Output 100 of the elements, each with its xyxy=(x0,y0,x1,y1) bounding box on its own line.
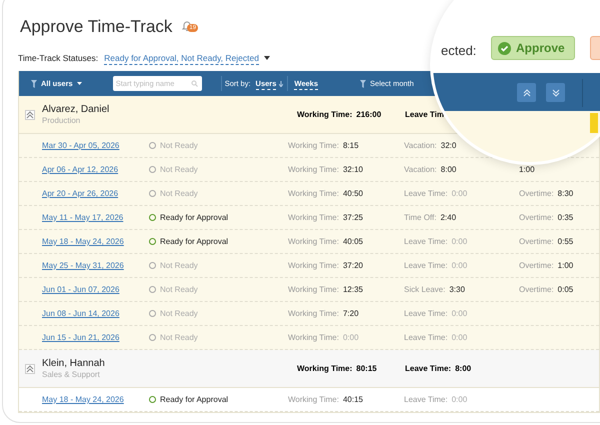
highlight-marker xyxy=(590,113,598,133)
cell-value: 80:15 xyxy=(356,362,377,375)
cell-label: Leave Time: xyxy=(404,236,448,248)
cell-label: Leave Time: xyxy=(405,362,452,375)
status-label: Not Ready xyxy=(160,332,198,344)
week-link[interactable]: Jun 08 - Jun 14, 2026 xyxy=(42,308,149,320)
week-link[interactable]: May 18 - May 24, 2026 xyxy=(42,394,149,406)
cell-label: Leave Time: xyxy=(404,188,448,200)
cell-value: 1:00 xyxy=(558,260,574,272)
department: Sales & Support xyxy=(42,370,101,380)
cell-value: 12:35 xyxy=(342,284,364,296)
department: Production xyxy=(42,116,82,126)
cell-value: 8:00 xyxy=(440,164,456,176)
cell-label: Leave Time: xyxy=(404,394,448,406)
cell-label: Leave Time: xyxy=(404,260,448,272)
week-link[interactable]: May 18 - May 24, 2026 xyxy=(42,236,149,248)
cell-value: 8:00 xyxy=(455,362,472,375)
week-link[interactable]: Apr 20 - Apr 26, 2026 xyxy=(42,188,149,200)
check-circle-icon xyxy=(498,42,511,54)
cell-value: 216:00 xyxy=(356,108,382,121)
cell-label: Leave Time: xyxy=(404,308,448,320)
status-label: Not Ready xyxy=(160,260,198,272)
status-label: Not Ready xyxy=(160,140,198,152)
employee-name: Alvarez, Daniel xyxy=(42,104,110,116)
cell-value: 0:35 xyxy=(558,212,574,224)
caret-icon xyxy=(76,82,82,86)
cell-value: 32:0 xyxy=(440,140,456,152)
cell-label: Working Time: xyxy=(288,236,339,248)
cell-label: Working Time: xyxy=(297,108,352,121)
double-chevron-down-icon xyxy=(552,88,560,96)
cell-label: Working Time: xyxy=(297,362,352,375)
collapse-all-button[interactable] xyxy=(546,83,565,102)
search-icon xyxy=(190,80,198,88)
sort-arrow-icon xyxy=(279,80,284,87)
week-link[interactable]: May 11 - May 17, 2026 xyxy=(42,212,149,224)
cell-value: 0:00 xyxy=(452,260,468,272)
cell-value: 32:10 xyxy=(342,164,364,176)
status-filter-dropdown[interactable]: Ready for Approval, Not Ready, Rejected xyxy=(104,52,270,66)
status-label: Not Ready xyxy=(160,164,198,176)
cell-label: Time Off: xyxy=(404,212,436,224)
approve-label: ected: xyxy=(441,42,476,60)
status-label: Not Ready xyxy=(160,188,198,200)
cell-value: 0:00 xyxy=(342,332,359,344)
cell-value: 37:20 xyxy=(342,260,364,272)
week-link[interactable]: Apr 06 - Apr 12, 2026 xyxy=(42,164,149,176)
employee-name: Klein, Hannah xyxy=(42,358,106,370)
week-link[interactable]: Jun 01 - Jun 07, 2026 xyxy=(42,284,149,296)
filter-icon xyxy=(360,80,366,88)
cell-label: Overtime: xyxy=(519,188,554,200)
cell-value: 0:00 xyxy=(452,188,468,200)
status-label: Ready for Approval xyxy=(160,236,228,248)
cell-label: Working Time: xyxy=(288,260,339,272)
status-label: Ready for Approval xyxy=(160,394,228,406)
cell-value: 2:40 xyxy=(440,212,456,224)
filter-label: Time-Track Statuses: xyxy=(18,52,98,65)
cell-label: Working Time: xyxy=(288,188,339,200)
cell-value: 0:00 xyxy=(452,236,468,248)
chevron-icon xyxy=(26,364,34,373)
week-link[interactable]: Jun 15 - Jun 21, 2026 xyxy=(42,332,149,344)
cell-label: Working Time: xyxy=(288,212,339,224)
week-link[interactable]: May 25 - May 31, 2026 xyxy=(42,260,149,272)
status-label: Not Ready xyxy=(160,284,198,296)
double-chevron-up-icon xyxy=(522,88,530,96)
cell-label: Working Time: xyxy=(288,140,339,152)
cell-value: 1:00 xyxy=(519,164,535,176)
expand-all-button[interactable] xyxy=(517,83,536,102)
cell-label: Vacation: xyxy=(404,164,437,176)
collapse-button[interactable] xyxy=(25,110,35,120)
filter-icon xyxy=(31,80,37,88)
cell-value: 40:05 xyxy=(342,236,364,248)
cell-label: Working Time: xyxy=(288,284,339,296)
cell-label: Working Time: xyxy=(288,394,339,406)
cell-value: 8:15 xyxy=(342,140,359,152)
chevron-icon xyxy=(26,110,34,119)
cell-value: 8:30 xyxy=(558,188,574,200)
cell-value: 0:00 xyxy=(452,308,468,320)
cell-label: Overtime: xyxy=(519,212,554,224)
collapse-button[interactable] xyxy=(25,364,35,374)
cell-label: Overtime: xyxy=(519,284,554,296)
cell-value: 0:55 xyxy=(558,236,574,248)
cell-label: Working Time: xyxy=(288,332,339,344)
cell-label: Overtime: xyxy=(519,236,554,248)
page-title: Approve Time-Track xyxy=(20,16,172,38)
cell-value: 3:30 xyxy=(449,284,465,296)
cell-value: 37:25 xyxy=(342,212,364,224)
cell-label: Leave Tim xyxy=(405,108,444,121)
cell-label: Leave Time: xyxy=(404,332,448,344)
cell-value: 7:20 xyxy=(342,308,359,320)
cell-value: 40:15 xyxy=(342,394,364,406)
cell-label: Working Time: xyxy=(288,164,339,176)
cell-label: Overtime: xyxy=(519,260,554,272)
status-label: Ready for Approval xyxy=(160,212,228,224)
cell-value: 0:00 xyxy=(452,394,468,406)
cell-value: 0:05 xyxy=(558,284,574,296)
week-link[interactable]: Mar 30 - Apr 05, 2026 xyxy=(42,140,149,152)
approve-button[interactable]: Approve xyxy=(491,36,575,60)
cell-label: Working Time: xyxy=(288,308,339,320)
cell-label: Sick Leave: xyxy=(404,284,446,296)
caret-icon xyxy=(264,56,270,60)
cell-value: 0:00 xyxy=(452,332,468,344)
